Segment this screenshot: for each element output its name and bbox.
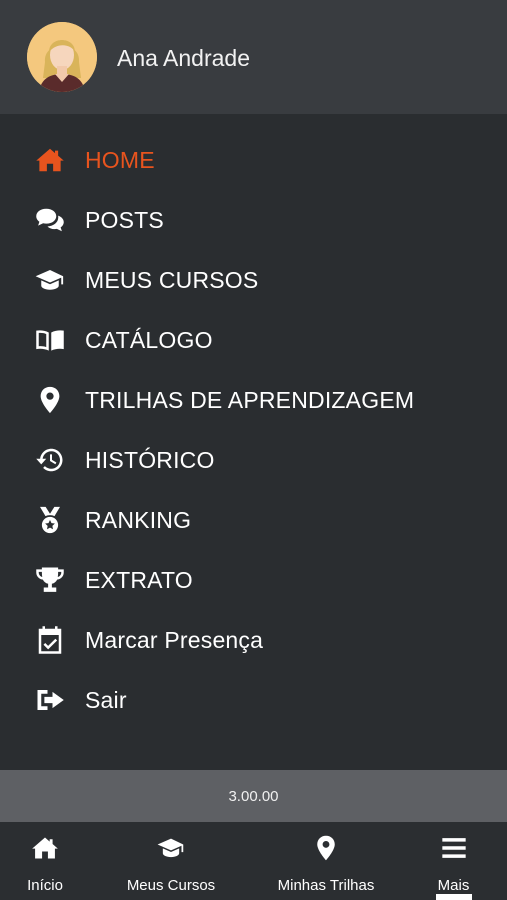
map-pin-icon bbox=[311, 834, 341, 867]
drawer-menu: HOME POSTS MEUS CURSOS CATÁLOGO TRILHAS … bbox=[0, 130, 507, 730]
menu-item-label: HOME bbox=[85, 146, 155, 173]
home-icon bbox=[33, 143, 67, 177]
menu-item-label: CATÁLOGO bbox=[85, 326, 213, 353]
nav-item-mais[interactable]: Mais bbox=[400, 822, 507, 900]
nav-label: Minhas Trilhas bbox=[277, 877, 375, 894]
menu-item-label: Sair bbox=[85, 686, 127, 713]
nav-label: Mais bbox=[437, 877, 470, 894]
trophy-icon bbox=[33, 563, 67, 597]
home-icon bbox=[30, 834, 60, 867]
menu-item-trilhas[interactable]: TRILHAS DE APRENDIZAGEM bbox=[0, 370, 507, 430]
nav-label: Meus Cursos bbox=[126, 877, 216, 894]
menu-item-sair[interactable]: Sair bbox=[0, 670, 507, 730]
nav-item-minhas-trilhas[interactable]: Minhas Trilhas bbox=[252, 822, 400, 900]
menu-item-label: MEUS CURSOS bbox=[85, 266, 259, 293]
menu-item-label: Marcar Presença bbox=[85, 626, 264, 653]
book-open-icon bbox=[33, 323, 67, 357]
version-bar: 3.00.00 bbox=[0, 770, 507, 822]
menu-item-ranking[interactable]: RANKING bbox=[0, 490, 507, 550]
app-version: 3.00.00 bbox=[228, 787, 279, 805]
nav-item-meus-cursos[interactable]: Meus Cursos bbox=[90, 822, 252, 900]
comments-icon bbox=[33, 203, 67, 237]
menu-item-label: HISTÓRICO bbox=[85, 446, 215, 473]
menu-item-extrato[interactable]: EXTRATO bbox=[0, 550, 507, 610]
menu-item-label: EXTRATO bbox=[85, 566, 193, 593]
calendar-check-icon bbox=[33, 623, 67, 657]
menu-item-label: TRILHAS DE APRENDIZAGEM bbox=[85, 386, 415, 413]
sign-out-icon bbox=[33, 683, 67, 717]
active-tab-indicator bbox=[435, 894, 472, 900]
menu-item-marcar-presenca[interactable]: Marcar Presença bbox=[0, 610, 507, 670]
medal-icon bbox=[33, 503, 67, 537]
menu-item-meus-cursos[interactable]: MEUS CURSOS bbox=[0, 250, 507, 310]
menu-item-catalogo[interactable]: CATÁLOGO bbox=[0, 310, 507, 370]
menu-item-home[interactable]: HOME bbox=[0, 130, 507, 190]
menu-item-historico[interactable]: HISTÓRICO bbox=[0, 430, 507, 490]
user-avatar-icon[interactable] bbox=[27, 22, 97, 92]
bottom-navigation: Início Meus Cursos Minhas Trilhas Mais bbox=[0, 822, 507, 900]
nav-label: Início bbox=[27, 877, 63, 894]
menu-item-label: RANKING bbox=[85, 506, 192, 533]
nav-item-inicio[interactable]: Início bbox=[0, 822, 90, 900]
graduation-cap-icon bbox=[33, 263, 67, 297]
map-pin-icon bbox=[33, 383, 67, 417]
user-name: Ana Andrade bbox=[117, 45, 251, 71]
menu-icon bbox=[439, 834, 469, 867]
graduation-cap-icon bbox=[156, 834, 186, 867]
menu-item-label: POSTS bbox=[85, 206, 164, 233]
menu-item-posts[interactable]: POSTS bbox=[0, 190, 507, 250]
drawer-header: Ana Andrade bbox=[0, 0, 507, 114]
history-icon bbox=[33, 443, 67, 477]
